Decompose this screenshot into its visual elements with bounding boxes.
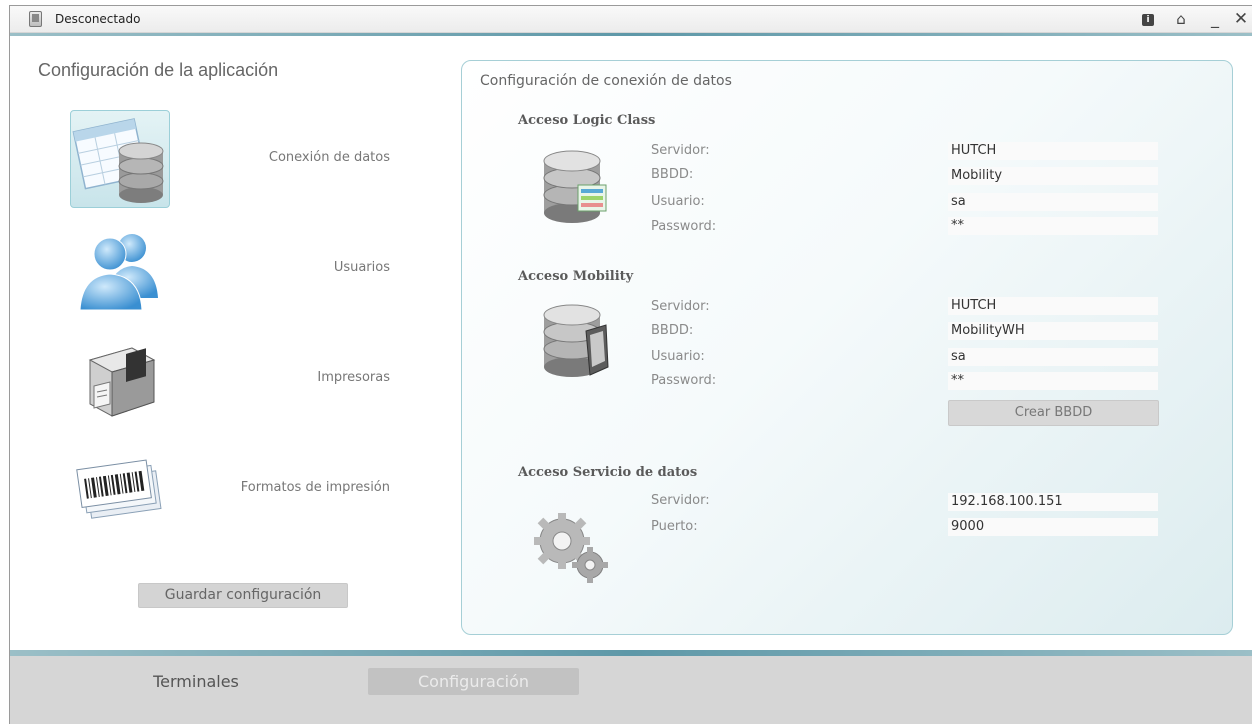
gears-icon bbox=[524, 507, 614, 587]
servicio-servidor-input[interactable]: 192.168.100.151 bbox=[948, 493, 1158, 511]
mobility-usuario-input[interactable]: sa bbox=[948, 348, 1158, 366]
users-icon bbox=[70, 220, 170, 318]
data-connection-panel: Configuración de conexión de datos Acces… bbox=[461, 60, 1233, 635]
mobility-password-label: Password: bbox=[651, 373, 717, 388]
logic-servidor-input[interactable]: HUTCH bbox=[948, 142, 1158, 160]
database-icon bbox=[540, 147, 610, 227]
logic-bbdd-label: BBDD: bbox=[651, 167, 694, 182]
bottom-tab-bar: Terminales Configuración bbox=[10, 656, 1252, 724]
device-icon bbox=[29, 11, 42, 27]
section-mobility-title: Acceso Mobility bbox=[518, 269, 634, 284]
printer-icon bbox=[70, 330, 170, 428]
minimize-button[interactable]: _ bbox=[1205, 9, 1225, 29]
info-button[interactable]: i bbox=[1138, 9, 1158, 29]
title-bar: Desconectado i ⌂ _ ✕ bbox=[10, 6, 1252, 33]
page-title: Configuración de la aplicación bbox=[38, 60, 279, 80]
database-table-icon bbox=[70, 110, 170, 208]
mobility-servidor-label: Servidor: bbox=[651, 299, 710, 314]
mobility-bbdd-label: BBDD: bbox=[651, 323, 694, 338]
save-config-button[interactable]: Guardar configuración bbox=[138, 583, 348, 608]
mobility-servidor-input[interactable]: HUTCH bbox=[948, 297, 1158, 315]
servicio-puerto-label: Puerto: bbox=[651, 519, 698, 534]
nav-item-impresoras[interactable]: Impresoras bbox=[60, 330, 400, 430]
home-button[interactable]: ⌂ bbox=[1171, 9, 1191, 29]
tab-terminales[interactable]: Terminales bbox=[136, 668, 256, 695]
info-icon: i bbox=[1142, 13, 1154, 26]
mobility-bbdd-input[interactable]: MobilityWH bbox=[948, 322, 1158, 340]
mobility-usuario-label: Usuario: bbox=[651, 349, 705, 364]
database-device-icon bbox=[540, 301, 610, 381]
logic-usuario-label: Usuario: bbox=[651, 194, 705, 209]
nav-label-conexion-datos: Conexión de datos bbox=[268, 150, 390, 165]
close-button[interactable]: ✕ bbox=[1231, 9, 1251, 29]
logic-servidor-label: Servidor: bbox=[651, 143, 710, 158]
panel-title: Configuración de conexión de datos bbox=[480, 73, 732, 89]
nav-label-impresoras: Impresoras bbox=[317, 370, 390, 385]
servicio-puerto-input[interactable]: 9000 bbox=[948, 518, 1158, 536]
logic-usuario-input[interactable]: sa bbox=[948, 193, 1158, 211]
create-bbdd-button[interactable]: Crear BBDD bbox=[948, 400, 1159, 426]
servicio-servidor-label: Servidor: bbox=[651, 493, 710, 508]
logic-password-input[interactable]: ** bbox=[948, 217, 1158, 235]
nav-label-formatos-impresion: Formatos de impresión bbox=[240, 480, 390, 495]
section-logic-class-title: Acceso Logic Class bbox=[518, 113, 656, 128]
barcode-labels-icon bbox=[70, 440, 170, 538]
nav-label-usuarios: Usuarios bbox=[333, 260, 390, 275]
logic-bbdd-input[interactable]: Mobility bbox=[948, 167, 1158, 185]
nav-item-usuarios[interactable]: Usuarios bbox=[60, 220, 400, 320]
tab-configuracion[interactable]: Configuración bbox=[368, 668, 579, 695]
section-servicio-title: Acceso Servicio de datos bbox=[518, 465, 698, 480]
logic-password-label: Password: bbox=[651, 219, 717, 234]
title-accent-line bbox=[10, 33, 1252, 36]
nav-item-formatos-impresion[interactable]: Formatos de impresión bbox=[60, 440, 400, 540]
nav-item-conexion-datos[interactable]: Conexión de datos bbox=[60, 110, 400, 210]
connection-status: Desconectado bbox=[55, 12, 141, 26]
mobility-password-input[interactable]: ** bbox=[948, 372, 1158, 390]
